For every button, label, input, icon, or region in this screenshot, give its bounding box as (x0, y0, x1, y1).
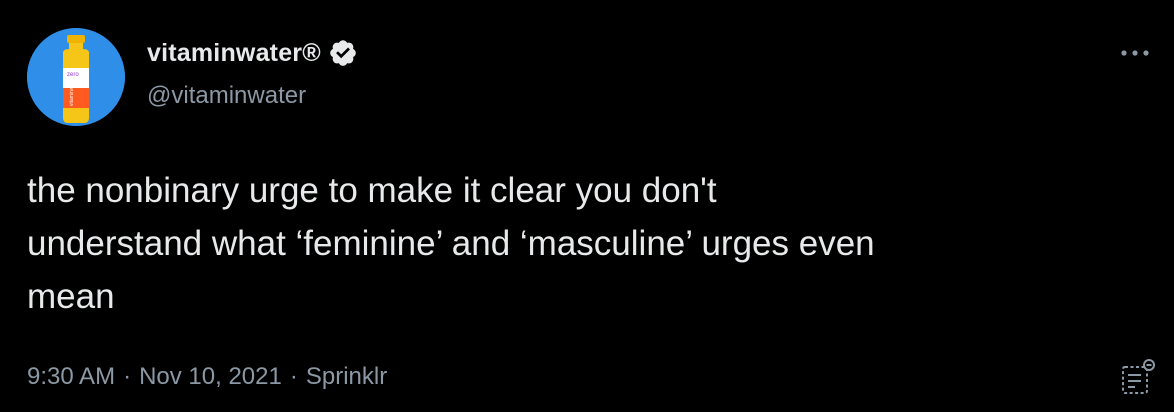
tweet-analytics-button[interactable] (1117, 357, 1159, 399)
meta-separator: · (289, 363, 298, 390)
tweet-time-link[interactable]: 9:30 AM (27, 363, 115, 391)
tweet-source-link[interactable]: Sprinklr (306, 363, 387, 391)
tweet-text: the nonbinary urge to make it clear you … (27, 171, 875, 316)
meta-separator: · (123, 363, 132, 390)
author-display-name[interactable]: vitaminwater® (147, 39, 321, 68)
more-options-icon (1121, 50, 1149, 56)
author-name-row[interactable]: vitaminwater® (147, 38, 358, 68)
vitaminwater-bottle-icon: zero vitaminwater (27, 28, 125, 126)
tweet-meta: 9:30 AM · Nov 10, 2021 · Sprinklr (27, 363, 387, 391)
author-handle[interactable]: @vitaminwater (147, 82, 306, 110)
tweet-analytics-icon (1122, 359, 1155, 394)
avatar-brand-text: vitaminwater (69, 78, 75, 106)
verified-badge-icon (330, 40, 356, 66)
avatar-zero-text: zero (67, 72, 79, 78)
more-options-button[interactable] (1118, 38, 1152, 68)
tweet-date-link[interactable]: Nov 10, 2021 (139, 363, 282, 391)
avatar[interactable]: zero vitaminwater (27, 28, 125, 126)
